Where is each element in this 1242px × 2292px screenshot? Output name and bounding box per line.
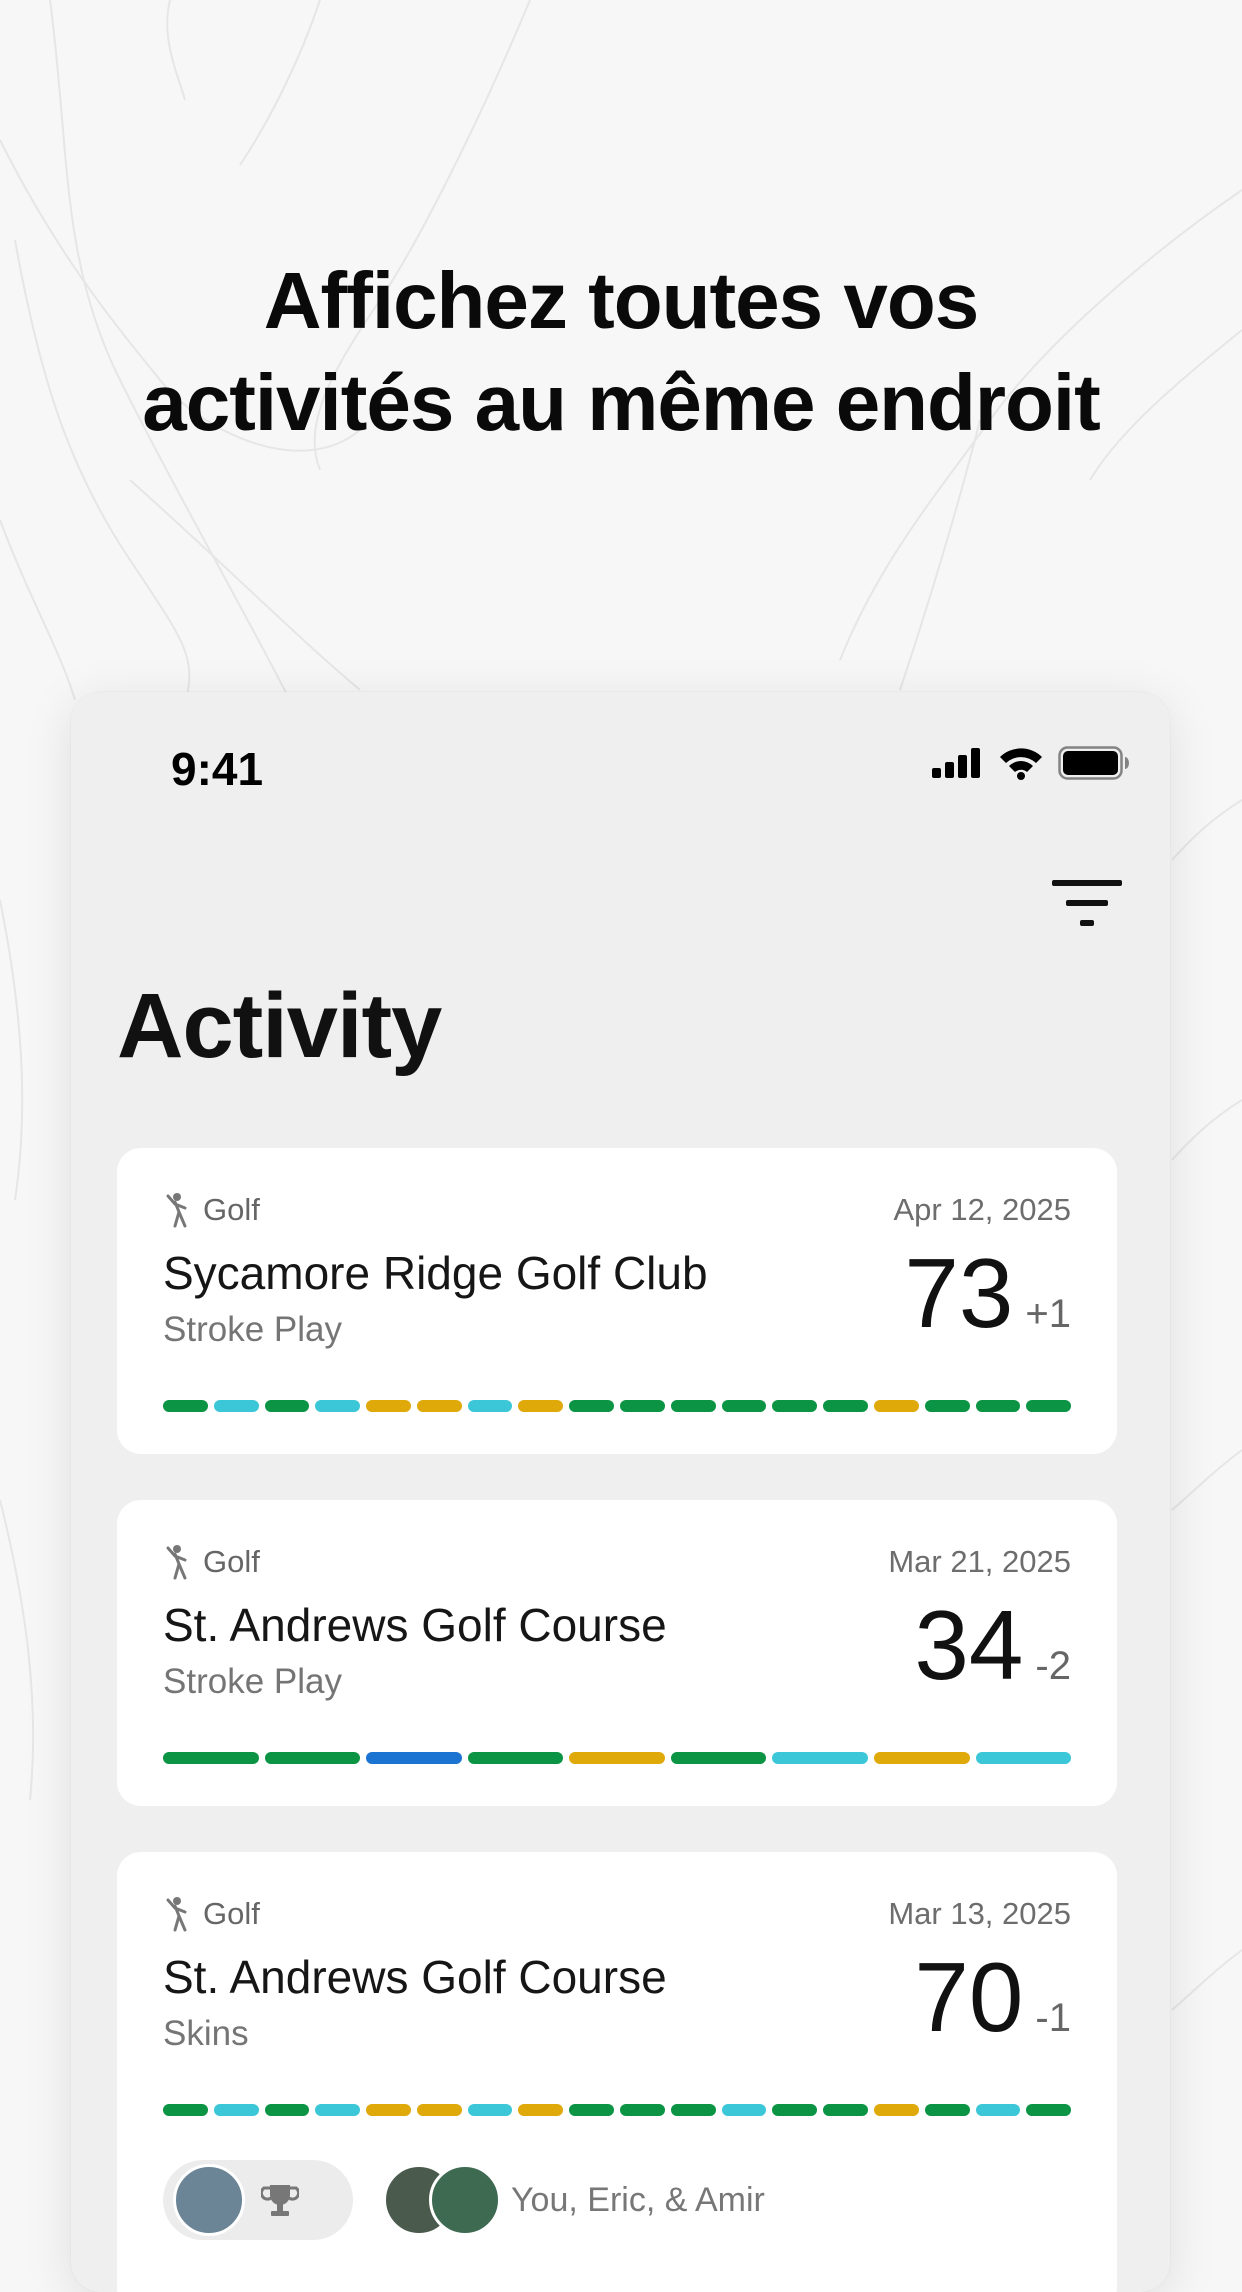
score-to-par: -1 (1035, 1996, 1071, 2040)
hole-segment (873, 1400, 919, 1412)
avatar (429, 2164, 501, 2236)
hole-segment (670, 1752, 767, 1764)
filter-icon[interactable] (1052, 876, 1122, 932)
hole-segment (163, 2104, 208, 2116)
hole-segment (823, 2104, 868, 2116)
hole-segment (772, 2104, 818, 2116)
hole-segment (772, 1752, 868, 1764)
hole-segment (924, 1400, 970, 1412)
score-to-par: +1 (1025, 1292, 1071, 1336)
card-date: Mar 21, 2025 (888, 1544, 1071, 1579)
card-footer: You, Eric, & Amir (163, 2160, 765, 2240)
wifi-icon (1000, 748, 1042, 780)
hole-segment (569, 1400, 615, 1412)
phone-frame: 9:41 Activity Golf Apr 12, 2025 Sycamore… (71, 692, 1170, 2292)
hole-results-bar (163, 2104, 1072, 2116)
card-sport-text: Golf (203, 1192, 260, 1227)
hole-segment (518, 2104, 564, 2116)
activity-card-3[interactable]: Golf Mar 13, 2025 St. Andrews Golf Cours… (117, 1852, 1117, 2292)
hole-segment (772, 1400, 818, 1412)
score-to-par: -2 (1035, 1644, 1071, 1688)
hole-segment (823, 1400, 868, 1412)
card-format: Skins (163, 2014, 249, 2053)
cellular-signal-icon (932, 748, 980, 778)
golfer-icon (166, 1897, 187, 1932)
hole-segment (721, 2104, 767, 2116)
card-score: 70 -1 (914, 1948, 1071, 2046)
avatar (173, 2164, 245, 2236)
card-score: 73 +1 (904, 1244, 1071, 1342)
hole-segment (467, 2104, 513, 2116)
hole-segment (366, 1400, 411, 1412)
card-date: Mar 13, 2025 (888, 1896, 1071, 1931)
card-sport-text: Golf (203, 1896, 260, 1931)
hole-segment (213, 1400, 259, 1412)
hole-segment (975, 2104, 1021, 2116)
winner-pill[interactable] (163, 2160, 353, 2240)
battery-icon (1058, 746, 1129, 780)
card-course-name: St. Andrews Golf Course (163, 1951, 667, 2003)
card-date: Apr 12, 2025 (893, 1192, 1071, 1227)
score-value: 34 (914, 1590, 1024, 1700)
card-sport-label: Golf (163, 1544, 260, 1580)
status-bar-icons (932, 746, 1130, 780)
card-format: Stroke Play (163, 1310, 342, 1349)
hole-segment (467, 1752, 564, 1764)
trophy-icon (261, 2185, 299, 2216)
hole-segment (264, 1752, 361, 1764)
card-sport-text: Golf (203, 1544, 260, 1579)
card-course-name: Sycamore Ridge Golf Club (163, 1247, 708, 1299)
hole-segment (670, 2104, 716, 2116)
card-score: 34 -2 (914, 1596, 1071, 1694)
hole-segment (264, 1400, 310, 1412)
hole-segment (213, 2104, 259, 2116)
hole-segment (569, 2104, 615, 2116)
hole-segment (366, 2104, 411, 2116)
activity-card-1[interactable]: Golf Apr 12, 2025 Sycamore Ridge Golf Cl… (117, 1148, 1117, 1454)
hole-segment (163, 1400, 208, 1412)
hole-segment (670, 1400, 716, 1412)
status-bar-time: 9:41 (171, 743, 264, 795)
card-sport-label: Golf (163, 1896, 260, 1932)
hole-segment (1026, 2104, 1072, 2116)
hole-segment (315, 1400, 361, 1412)
players-list: You, Eric, & Amir (511, 2180, 765, 2219)
hole-segment (416, 2104, 462, 2116)
hole-results-bar (163, 1400, 1072, 1412)
hole-segment (975, 1400, 1021, 1412)
score-value: 70 (914, 1942, 1024, 2052)
activity-card-2[interactable]: Golf Mar 21, 2025 St. Andrews Golf Cours… (117, 1500, 1117, 1806)
golfer-icon (166, 1545, 187, 1580)
hole-segment (975, 1752, 1072, 1764)
player-avatars: You, Eric, & Amir (383, 2164, 765, 2236)
promo-headline: Affichez toutes vos activités au même en… (0, 250, 1242, 454)
card-format: Stroke Play (163, 1662, 342, 1701)
hole-segment (721, 1400, 767, 1412)
page-title: Activity (117, 975, 442, 1077)
golfer-icon (166, 1193, 187, 1228)
hole-segment (163, 1752, 259, 1764)
hole-segment (569, 1752, 665, 1764)
card-course-name: St. Andrews Golf Course (163, 1599, 667, 1651)
hole-segment (264, 2104, 310, 2116)
card-sport-label: Golf (163, 1192, 260, 1228)
hole-segment (518, 1400, 564, 1412)
hole-segment (1026, 1400, 1072, 1412)
hole-segment (620, 2104, 665, 2116)
hole-segment (873, 2104, 919, 2116)
score-value: 73 (904, 1238, 1014, 1348)
hole-segment (467, 1400, 513, 1412)
hole-segment (416, 1400, 462, 1412)
hole-results-bar (163, 1752, 1072, 1764)
hole-segment (366, 1752, 462, 1764)
hole-segment (873, 1752, 970, 1764)
hole-segment (315, 2104, 361, 2116)
promo-headline-line-1: Affichez toutes vos (263, 256, 979, 345)
hole-segment (620, 1400, 665, 1412)
promo-headline-line-2: activités au même endroit (142, 358, 1101, 447)
hole-segment (924, 2104, 970, 2116)
